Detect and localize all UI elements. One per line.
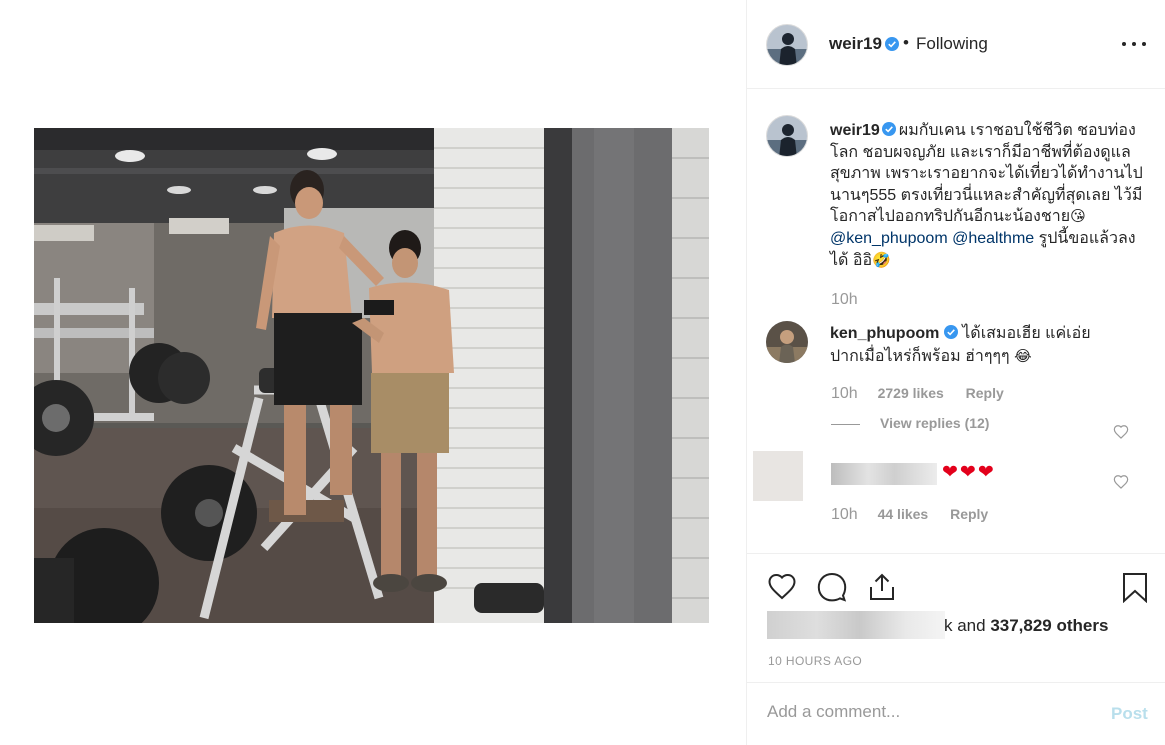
comments-list[interactable]: weir19 ผมกับเคน เราชอบใช้ชีวิต ชอบท่องโลก… xyxy=(747,90,1165,553)
comment-time: 10h xyxy=(831,385,858,402)
comment-likes[interactable]: 2729 likes xyxy=(878,385,944,401)
likes-count: 337,829 others xyxy=(990,616,1109,635)
post-side-panel: weir19 • Following weir19 ผมกับเคน เราชอบ… xyxy=(747,0,1165,745)
comment-like-icon[interactable] xyxy=(1113,474,1129,490)
comment-meta: 10h 2729 likes Reply xyxy=(831,385,1022,403)
likes-summary[interactable]: k and 337,829 others xyxy=(944,616,1108,636)
comment-like-icon[interactable] xyxy=(1113,424,1129,440)
mention-healthme[interactable]: @healthme xyxy=(952,230,1034,247)
header-separator: • xyxy=(903,33,909,52)
gym-photo-illustration xyxy=(34,128,709,623)
commenter-avatar[interactable] xyxy=(766,321,808,363)
add-comment-input[interactable] xyxy=(767,697,1087,727)
caption-username[interactable]: weir19 xyxy=(830,122,880,139)
reply-button[interactable]: Reply xyxy=(966,385,1004,401)
caption-author-avatar[interactable] xyxy=(766,115,808,157)
likes-prefix: k and xyxy=(944,616,991,635)
post-photo[interactable] xyxy=(34,128,709,623)
more-options-icon[interactable] xyxy=(1121,36,1147,52)
post-header: weir19 • Following xyxy=(747,0,1165,89)
comment-icon[interactable] xyxy=(816,571,848,603)
commenter-username[interactable]: ken_phupoom xyxy=(830,325,939,342)
bookmark-icon[interactable] xyxy=(1119,571,1151,603)
comment-body-hearts: ❤❤❤ xyxy=(942,462,996,483)
verified-badge-icon xyxy=(881,122,896,136)
kiss-emoji: 😘 xyxy=(1070,207,1086,226)
commenter-avatar-redacted[interactable] xyxy=(753,451,803,501)
comment-time: 10h xyxy=(831,506,858,523)
laughing-emoji: 😂 xyxy=(1014,347,1032,365)
caption-timestamp: 10h xyxy=(831,291,858,308)
reply-button[interactable]: Reply xyxy=(950,506,988,522)
likers-redacted[interactable] xyxy=(767,611,945,639)
media-pane xyxy=(0,0,746,745)
comment-text: ken_phupoom ได้เสมอเฮีย แค่เอ่ยปากเมื่อไ… xyxy=(830,323,1100,368)
following-button[interactable]: Following xyxy=(916,34,988,54)
comment-meta: 10h 44 likes Reply xyxy=(831,506,1006,524)
replies-divider xyxy=(831,423,860,425)
heart-icon[interactable] xyxy=(766,571,798,603)
commenter-username-redacted[interactable] xyxy=(831,463,937,485)
author-avatar[interactable] xyxy=(766,24,808,66)
mention-ken-phupoom[interactable]: @ken_phupoom xyxy=(830,230,948,247)
view-replies-button[interactable]: View replies (12) xyxy=(831,415,989,431)
author-username[interactable]: weir19 xyxy=(829,34,882,54)
add-comment-bar: Post xyxy=(747,682,1165,745)
rofl-emoji: 🤣 xyxy=(872,250,891,269)
post-comment-button[interactable]: Post xyxy=(1111,704,1148,724)
comment-likes[interactable]: 44 likes xyxy=(878,506,929,522)
post-caption: weir19 ผมกับเคน เราชอบใช้ชีวิต ชอบท่องโลก… xyxy=(830,120,1148,271)
verified-badge-icon xyxy=(885,37,899,51)
share-icon[interactable] xyxy=(866,571,898,603)
view-replies-label: View replies (12) xyxy=(880,415,990,431)
verified-badge-icon xyxy=(943,325,958,339)
post-timestamp: 10 HOURS AGO xyxy=(768,654,863,668)
post-actions: k and 337,829 others 10 HOURS AGO Post xyxy=(747,553,1165,745)
